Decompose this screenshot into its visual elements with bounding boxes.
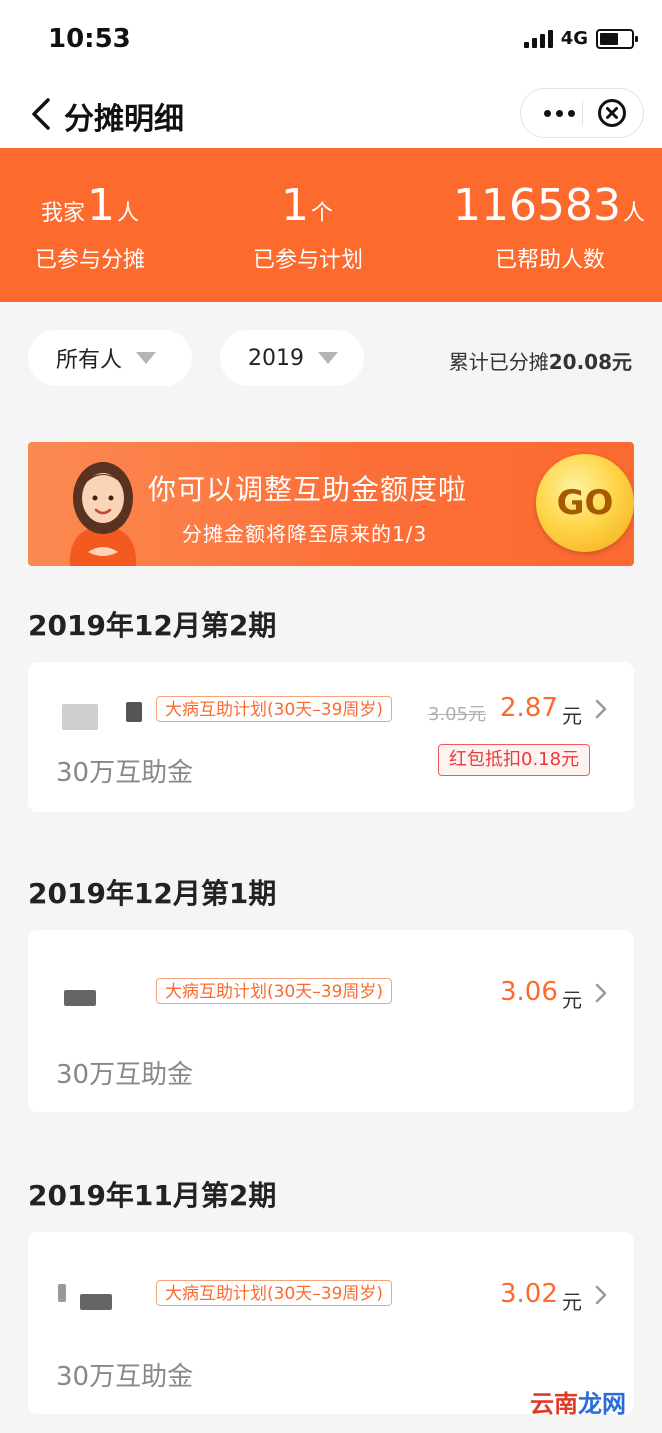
summary-panel: 我家 1 人 已参与分摊 1 个 已参与计划 116583 人 已帮助人数 (0, 148, 662, 302)
total-shared-label: 累计已分摊 (448, 350, 549, 374)
plan-tag: 大病互助计划(30天–39周岁) (156, 696, 393, 722)
blurred-name (80, 1294, 112, 1310)
stat-family-value: 1 (87, 180, 115, 231)
blurred-name (64, 990, 96, 1006)
close-icon[interactable] (597, 98, 627, 128)
status-icons: 4G (523, 28, 638, 49)
stat-helped: 116583 人 已帮助人数 (452, 180, 648, 274)
year-filter-label: 2019 (248, 345, 304, 371)
stat-helped-unit: 人 (622, 201, 645, 226)
card-subtitle: 30万互助金 (56, 1060, 194, 1090)
stat-family-prefix: 我家 (40, 201, 85, 226)
original-price: 3.05元 (428, 704, 487, 725)
year-filter-dropdown[interactable]: 2019 (220, 330, 364, 386)
status-bar: 10:53 4G (0, 0, 662, 80)
price: 3.06 (500, 977, 558, 1007)
go-button[interactable]: GO (536, 454, 634, 552)
total-shared: 累计已分摊20.08元 (449, 346, 632, 375)
price-unit: 元 (562, 704, 582, 728)
battery-icon (596, 28, 638, 49)
caret-down-icon (318, 352, 338, 364)
go-button-label: GO (556, 483, 614, 523)
signal-icon (523, 29, 553, 48)
card-subtitle: 30万互助金 (56, 758, 194, 788)
stat-plans-value: 1 (280, 180, 309, 231)
period-title: 2019年12月第1期 (28, 877, 277, 910)
page-title: 分摊明细 (64, 102, 184, 137)
nav-bar: 分摊明细 (0, 80, 662, 148)
blurred-name (62, 704, 98, 730)
caret-down-icon (136, 352, 157, 364)
banner-title: 你可以调整互助金额度啦 (148, 473, 468, 506)
stat-plans-label: 已参与计划 (252, 248, 363, 273)
price: 2.87 (500, 693, 558, 723)
price: 3.02 (500, 1279, 558, 1309)
stat-family-label: 已参与分摊 (34, 248, 145, 273)
watermark-part2: 龙网 (578, 1390, 626, 1418)
period-title: 2019年11月第2期 (28, 1179, 277, 1212)
price-unit: 元 (562, 1290, 582, 1314)
period-title: 2019年12月第2期 (28, 609, 277, 642)
stat-family: 我家 1 人 已参与分摊 (20, 180, 160, 274)
blurred-name (126, 702, 142, 722)
blurred-name (58, 1284, 66, 1302)
card-subtitle: 30万互助金 (56, 1362, 194, 1392)
mini-program-capsule (520, 88, 644, 138)
network-type: 4G (560, 28, 588, 49)
stat-helped-label: 已帮助人数 (494, 248, 605, 273)
coupon-badge: 红包抵扣0.18元 (438, 744, 591, 776)
status-time: 10:53 (48, 24, 131, 54)
total-shared-value: 20.08元 (548, 350, 632, 374)
adjust-amount-banner[interactable]: 你可以调整互助金额度啦 分摊金额将降至原来的1/3 GO (28, 442, 634, 566)
price-unit: 元 (562, 988, 582, 1012)
chevron-right-icon (595, 699, 607, 719)
person-filter-label: 所有人 (56, 348, 123, 373)
stat-family-unit: 人 (117, 201, 140, 226)
more-icon[interactable] (539, 99, 579, 127)
stat-plans: 1 个 已参与计划 (238, 180, 378, 274)
person-filter-dropdown[interactable]: 所有人 (28, 330, 192, 386)
period-card[interactable]: 大病互助计划(30天–39周岁) 3.06 元 30万互助金 (28, 930, 634, 1112)
stat-plans-unit: 个 (310, 201, 333, 226)
filter-bar: 所有人 2019 累计已分摊20.08元 (0, 302, 662, 414)
chevron-right-icon (595, 1285, 607, 1305)
watermark: 云南龙网 (530, 1384, 626, 1419)
back-arrow-icon[interactable] (28, 94, 58, 134)
plan-tag: 大病互助计划(30天–39周岁) (156, 978, 393, 1004)
woman-illustration-icon (69, 462, 137, 566)
period-card[interactable]: 大病互助计划(30天–39周岁) 3.05元 2.87 元 30万互助金 红包抵… (28, 662, 634, 812)
chevron-right-icon (595, 983, 607, 1003)
banner-subtitle: 分摊金额将降至原来的1/3 (182, 522, 428, 546)
stat-helped-value: 116583 (453, 180, 621, 231)
watermark-part1: 云南 (530, 1390, 578, 1418)
plan-tag: 大病互助计划(30天–39周岁) (156, 1280, 393, 1306)
capsule-divider (582, 101, 583, 125)
